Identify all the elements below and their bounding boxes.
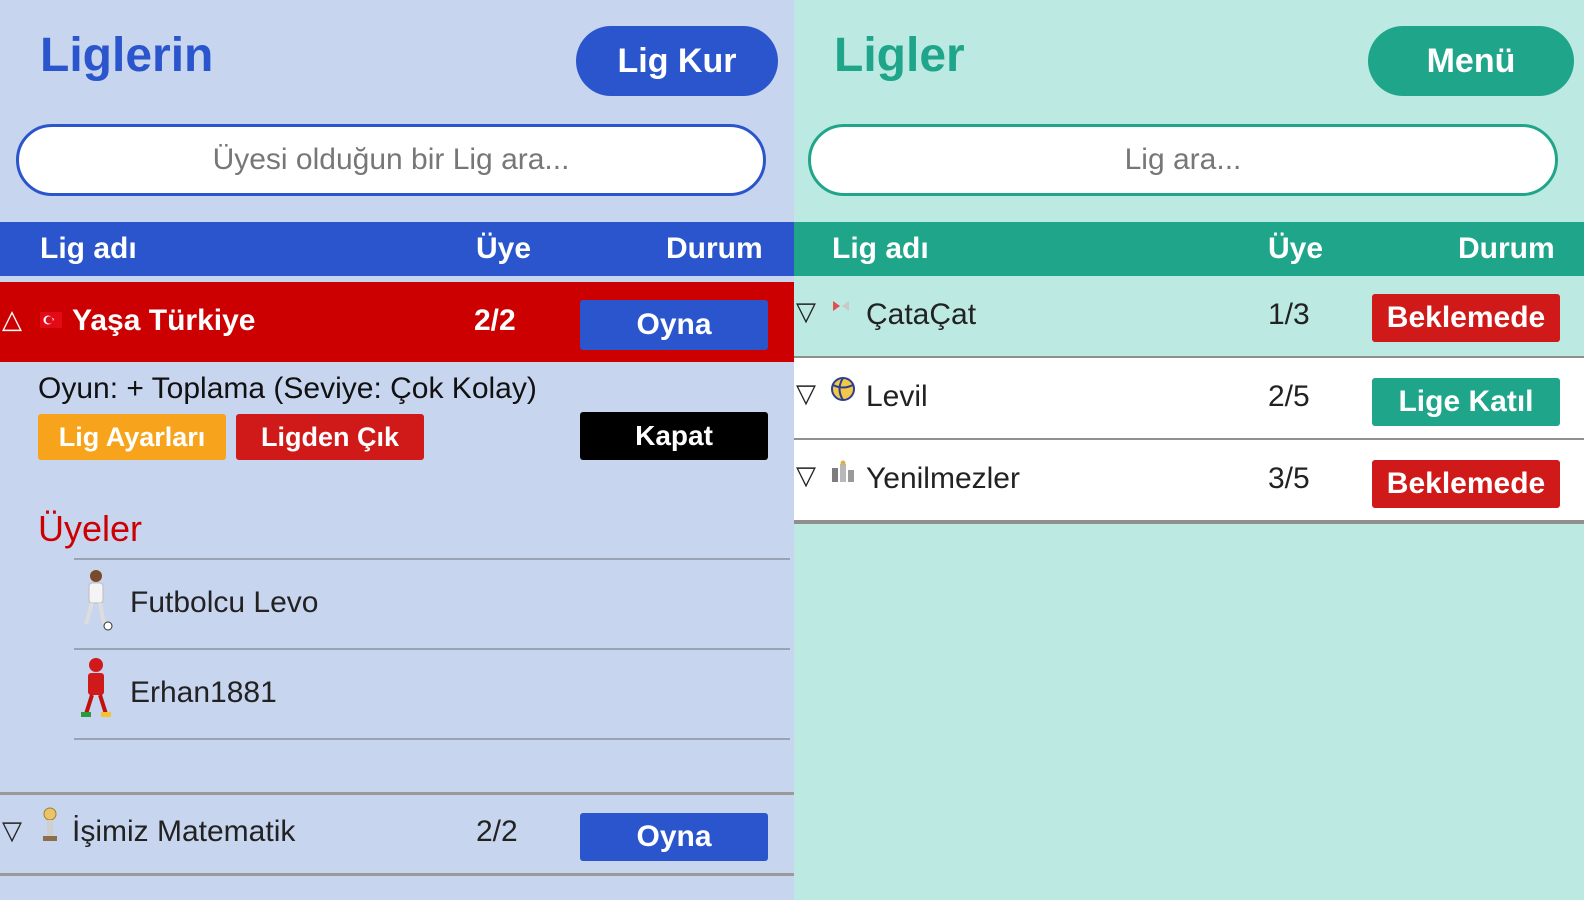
league-row[interactable]: ▽ Yenilmezler 3/5 Beklemede <box>794 440 1584 520</box>
league-members: 2/2 <box>474 304 516 337</box>
collapse-triangle-icon[interactable]: △ <box>2 304 22 335</box>
divider <box>0 873 794 876</box>
divider <box>74 738 790 740</box>
search-input[interactable] <box>808 124 1558 196</box>
league-logo-icon <box>833 301 849 311</box>
search-input[interactable] <box>16 124 766 196</box>
league-name: ÇataÇat <box>866 298 977 331</box>
column-header-members: Üye <box>476 232 532 265</box>
column-header-name: Lig adı <box>40 232 137 265</box>
game-info: Oyun: + Toplama (Seviye: Çok Kolay) <box>38 372 537 405</box>
column-header-status: Durum <box>1458 232 1555 265</box>
column-header-members: Üye <box>1268 232 1324 265</box>
close-button[interactable]: Kapat <box>580 412 768 460</box>
trophy-icon <box>43 807 57 841</box>
member-row: Futbolcu Levo <box>0 560 794 648</box>
team-logo-icon <box>832 460 854 482</box>
table-header: Lig adı Üye Durum <box>794 222 1584 276</box>
league-row-expanded[interactable]: △ Yaşa Türkiye 2/2 Oyna <box>0 282 794 362</box>
play-button[interactable]: Oyna <box>580 813 768 861</box>
league-name: Yaşa Türkiye <box>72 304 256 337</box>
league-members: 1/3 <box>1268 298 1310 331</box>
volleyball-icon <box>831 377 855 401</box>
page-title: Ligler <box>834 29 965 82</box>
league-members: 2/2 <box>476 815 518 848</box>
member-name: Futbolcu Levo <box>130 586 319 619</box>
footballer-avatar-icon <box>84 570 113 631</box>
turkish-flag-icon <box>40 312 62 328</box>
league-settings-button[interactable]: Lig Ayarları <box>38 414 226 460</box>
league-name: Yenilmezler <box>866 462 1020 495</box>
expand-triangle-icon[interactable]: ▽ <box>796 460 816 491</box>
create-league-button[interactable]: Lig Kur <box>576 26 778 96</box>
league-members: 3/5 <box>1268 462 1310 495</box>
member-row: Erhan1881 <box>0 650 794 738</box>
league-row[interactable]: ▽ İşimiz Matematik 2/2 Oyna <box>0 795 794 873</box>
table-header: Lig adı Üye Durum <box>0 222 794 276</box>
league-row[interactable]: ▽ Levil 2/5 Lige Katıl <box>794 358 1584 438</box>
all-leagues-panel: Ligler Menü Lig adı Üye Durum ▽ ÇataÇat … <box>794 0 1584 900</box>
members-title: Üyeler <box>38 508 143 549</box>
status-pending-button[interactable]: Beklemede <box>1372 460 1560 508</box>
status-pending-button[interactable]: Beklemede <box>1372 294 1560 342</box>
join-league-button[interactable]: Lige Katıl <box>1372 378 1560 426</box>
expand-triangle-icon[interactable]: ▽ <box>796 378 816 409</box>
menu-button[interactable]: Menü <box>1368 26 1574 96</box>
divider <box>794 520 1584 524</box>
league-members: 2/5 <box>1268 380 1310 413</box>
league-row[interactable]: ▽ ÇataÇat 1/3 Beklemede <box>794 276 1584 356</box>
my-leagues-panel: Liglerin Lig Kur Lig adı Üye Durum △ Yaş… <box>0 0 794 900</box>
red-player-avatar-icon <box>81 658 111 717</box>
expand-triangle-icon[interactable]: ▽ <box>2 815 22 846</box>
member-name: Erhan1881 <box>130 676 277 709</box>
page-title: Liglerin <box>40 29 214 82</box>
league-name: Levil <box>866 380 928 413</box>
expand-triangle-icon[interactable]: ▽ <box>796 296 816 327</box>
league-name: İşimiz Matematik <box>72 815 296 848</box>
play-button[interactable]: Oyna <box>580 300 768 350</box>
leave-league-button[interactable]: Ligden Çık <box>236 414 424 460</box>
column-header-status: Durum <box>666 232 763 265</box>
column-header-name: Lig adı <box>832 232 929 265</box>
